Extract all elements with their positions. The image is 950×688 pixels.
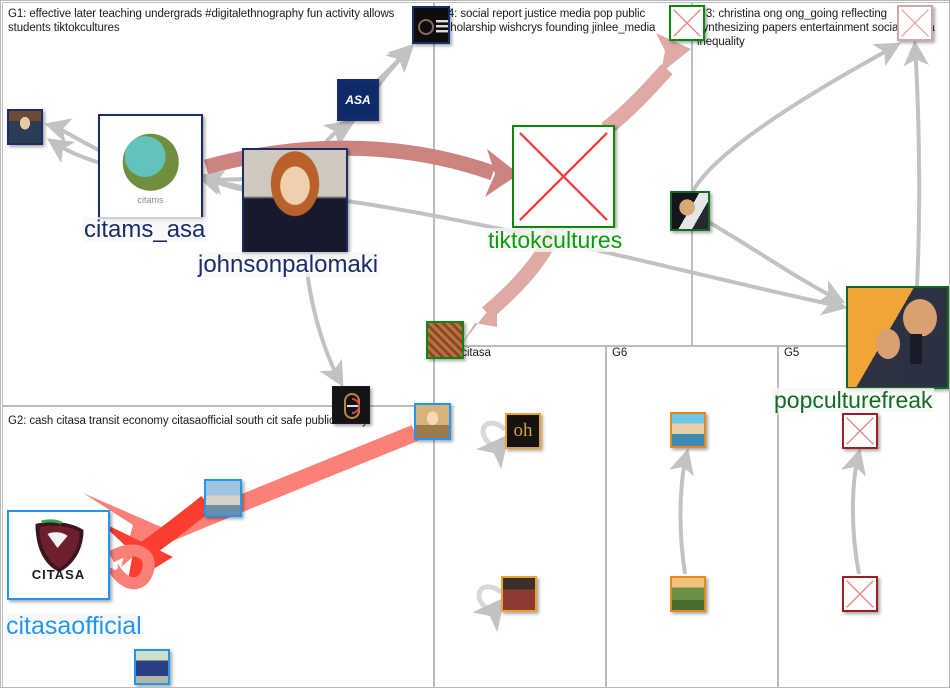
node-label-citams-asa: citams_asa xyxy=(83,216,207,243)
dark-logo-glyph xyxy=(418,19,448,35)
citasa-wordmark: CITASA xyxy=(31,567,86,582)
node-g6-field[interactable] xyxy=(670,576,706,612)
node-g7-crowd[interactable] xyxy=(426,321,464,359)
group-box-g1 xyxy=(2,2,434,406)
node-g5-broken-top[interactable] xyxy=(842,413,878,449)
network-graph-canvas[interactable]: G1: effective later teaching undergrads … xyxy=(0,0,950,688)
node-avatar-person-blue[interactable] xyxy=(134,649,170,685)
node-label-citasaofficial: citasaofficial xyxy=(5,612,143,640)
node-g3-broken-left[interactable] xyxy=(669,5,705,41)
broken-image-x-icon xyxy=(519,132,608,221)
node-dark-logo-top[interactable] xyxy=(412,6,450,44)
oh-wordmark: oh xyxy=(513,420,533,441)
dark-logo-glyph xyxy=(344,393,360,419)
speaker-photo-detail xyxy=(876,299,947,387)
node-avatar-blonde[interactable] xyxy=(414,403,451,440)
group-label-g6: G6 xyxy=(612,347,628,359)
broken-image-x-icon xyxy=(901,9,929,37)
node-avatar-street[interactable] xyxy=(204,479,242,517)
node-popculturefreak[interactable] xyxy=(846,286,949,389)
node-citams-asa[interactable]: citams xyxy=(98,114,203,219)
globe-icon xyxy=(122,134,179,191)
node-asa-logo[interactable]: ASA xyxy=(337,79,379,121)
citams-wordmark: citams xyxy=(137,194,164,205)
node-g6-pool[interactable] xyxy=(670,412,706,448)
broken-image-x-icon xyxy=(846,417,874,445)
node-avatar-thinker[interactable] xyxy=(670,191,710,231)
node-johnsonpalomaki[interactable] xyxy=(242,148,348,254)
node-dark-logo-mid[interactable] xyxy=(332,386,370,424)
node-label-johnsonpalomaki: johnsonpalomaki xyxy=(197,251,380,278)
group-box-g7 xyxy=(434,346,606,687)
node-g3-broken-right[interactable] xyxy=(897,5,933,41)
node-g7-redcoat[interactable] xyxy=(501,576,537,612)
node-citasaofficial[interactable]: CITASA xyxy=(7,510,110,600)
broken-image-x-icon xyxy=(673,9,701,37)
node-avatar-woman-left[interactable] xyxy=(7,109,43,145)
group-box-g6 xyxy=(606,346,778,687)
node-label-popculturefreak: popculturefreak xyxy=(773,387,934,413)
group-label-g1: G1: effective later teaching undergrads … xyxy=(8,8,398,34)
node-avatar-oh[interactable]: oh xyxy=(505,413,541,449)
node-label-tiktokcultures: tiktokcultures xyxy=(487,227,624,253)
node-tiktokcultures[interactable] xyxy=(512,125,615,228)
asa-wordmark: ASA xyxy=(345,93,371,107)
broken-image-x-icon xyxy=(846,580,874,608)
group-label-g4: G4: social report justice media pop publ… xyxy=(439,8,656,34)
node-g5-broken-bottom[interactable] xyxy=(842,576,878,612)
group-label-g7: G7: citasa xyxy=(440,347,491,359)
